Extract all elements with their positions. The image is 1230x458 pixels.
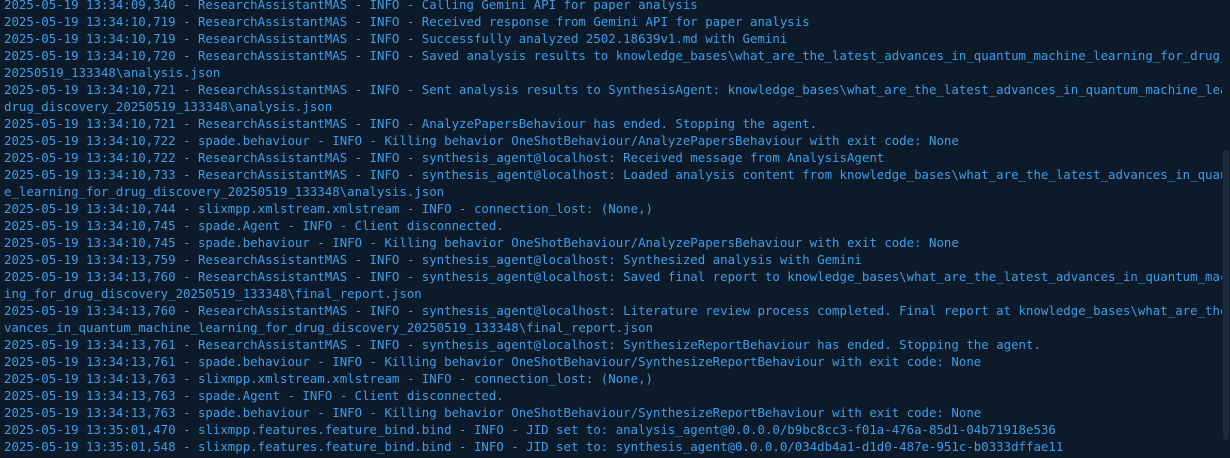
log-line: 2025-05-19 13:34:10,719 - ResearchAssist… xyxy=(4,14,810,29)
log-line: e_learning_for_drug_discovery_20250519_1… xyxy=(4,184,445,199)
log-line: 20250519_133348\analysis.json xyxy=(4,65,221,80)
log-line: 2025-05-19 13:34:13,761 - spade.behaviou… xyxy=(4,354,982,369)
log-line: drug_discovery_20250519_133348\analysis.… xyxy=(4,99,333,114)
log-line: 2025-05-19 13:35:01,470 - slixmpp.featur… xyxy=(4,422,1056,437)
log-line: 2025-05-19 13:34:10,745 - spade.Agent - … xyxy=(4,218,504,233)
log-line: 2025-05-19 13:34:10,719 - ResearchAssist… xyxy=(4,31,788,46)
log-line: ing_for_drug_discovery_20250519_133348\f… xyxy=(4,286,422,301)
vertical-scrollbar[interactable] xyxy=(1222,0,1230,458)
log-line: 2025-05-19 13:34:13,760 - ResearchAssist… xyxy=(4,303,1230,318)
scrollbar-thumb[interactable] xyxy=(1223,150,1229,440)
terminal-window[interactable]: 2025-05-19 13:34:09,340 - ResearchAssist… xyxy=(0,0,1230,458)
log-output: 2025-05-19 13:34:09,340 - ResearchAssist… xyxy=(4,0,1230,455)
log-line: 2025-05-19 13:34:09,340 - ResearchAssist… xyxy=(4,0,698,12)
log-line: 2025-05-19 13:34:10,720 - ResearchAssist… xyxy=(4,48,1230,63)
log-line: 2025-05-19 13:35:01,548 - slixmpp.featur… xyxy=(4,439,1064,454)
log-line: 2025-05-19 13:34:10,745 - spade.behaviou… xyxy=(4,235,959,250)
log-line: 2025-05-19 13:34:10,721 - ResearchAssist… xyxy=(4,116,818,131)
log-line: 2025-05-19 13:34:13,759 - ResearchAssist… xyxy=(4,252,862,267)
log-line: 2025-05-19 13:34:10,722 - ResearchAssist… xyxy=(4,150,885,165)
log-line: 2025-05-19 13:34:13,761 - ResearchAssist… xyxy=(4,337,1041,352)
log-line: 2025-05-19 13:34:10,722 - spade.behaviou… xyxy=(4,133,959,148)
log-line: 2025-05-19 13:34:13,760 - ResearchAssist… xyxy=(4,269,1230,284)
log-line: vances_in_quantum_machine_learning_for_d… xyxy=(4,320,654,335)
log-line: 2025-05-19 13:34:13,763 - spade.behaviou… xyxy=(4,405,982,420)
log-line: 2025-05-19 13:34:13,763 - spade.Agent - … xyxy=(4,388,504,403)
log-line: 2025-05-19 13:34:10,744 - slixmpp.xmlstr… xyxy=(4,201,654,216)
log-line: 2025-05-19 13:34:10,733 - ResearchAssist… xyxy=(4,167,1230,182)
log-line: 2025-05-19 13:34:13,763 - slixmpp.xmlstr… xyxy=(4,371,654,386)
log-line: 2025-05-19 13:34:10,721 - ResearchAssist… xyxy=(4,82,1230,97)
